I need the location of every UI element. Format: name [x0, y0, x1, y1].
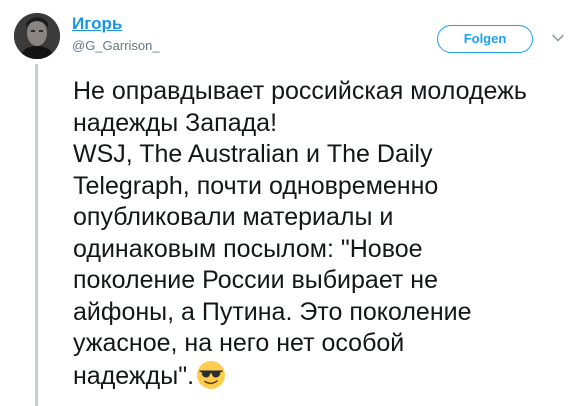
sunglasses-emoji-icon	[197, 360, 226, 389]
avatar[interactable]	[14, 13, 60, 59]
tweet-line: поколение России выбирает не	[73, 266, 439, 294]
follow-button[interactable]: Folgen	[437, 25, 533, 53]
tweet-line: Telegraph, почти одновременно	[73, 171, 439, 200]
tweet-line-text: надежды".	[73, 361, 195, 390]
tweet-text: Не оправдывает российская молодежь надеж…	[73, 76, 578, 392]
thread-line	[35, 64, 38, 406]
avatar-photo	[14, 13, 60, 59]
tweet-line-last: надежды".	[73, 360, 578, 393]
tweet-line: WSJ, The Australian и The Daily	[73, 140, 433, 168]
tweet-line: надежды Запада!	[73, 108, 278, 137]
tweet-line: Не оправдывает российская молодежь	[73, 77, 527, 105]
author-handle[interactable]: @G_Garrison_	[72, 38, 160, 54]
tweet-line: опубликовали материалы и	[73, 203, 394, 231]
tweet-line: айфоны, а Путина. Это поколение	[73, 297, 472, 326]
tweet-line: одинаковым посылом: "Новое	[73, 234, 423, 263]
tweet-line: ужасное, на него нет особой	[73, 329, 405, 357]
chevron-down-icon[interactable]	[551, 31, 565, 45]
author-display-name[interactable]: Игорь	[72, 14, 122, 34]
